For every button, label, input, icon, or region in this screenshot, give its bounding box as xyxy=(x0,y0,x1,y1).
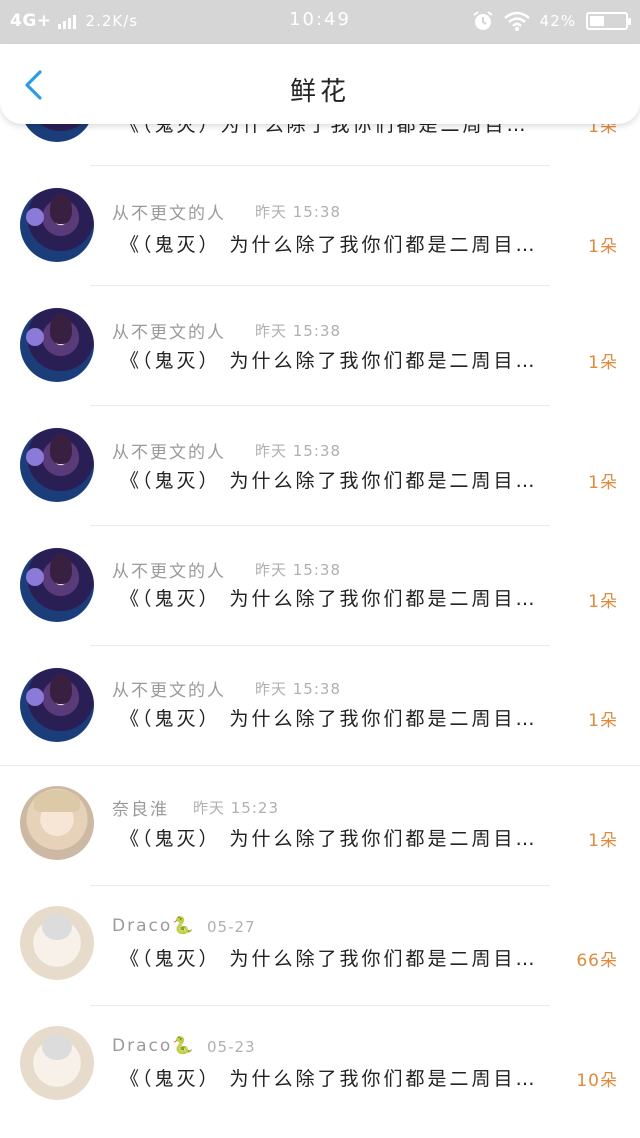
flower-count: 1朵 xyxy=(588,592,618,612)
header: 鲜花 xyxy=(0,44,640,124)
message-text: 《（鬼灭） 为什么除了我你们都是二周目… xyxy=(120,948,538,970)
avatar xyxy=(20,1026,94,1100)
message-text: 《（鬼灭） 为什么除了我你们都是二周目… xyxy=(120,234,538,256)
flower-count: 66朵 xyxy=(576,951,618,971)
battery-percent: 42% xyxy=(539,12,576,30)
message-text: 《（鬼灭） 为什么除了我你们都是二周目… xyxy=(120,588,538,610)
avatar xyxy=(20,786,94,860)
list-item[interactable]: 从不更文的人 昨天 15:38 《（鬼灭） 为什么除了我你们都是二周目… 1朵 xyxy=(0,646,640,766)
message-text: 《（鬼灭） 为什么除了我你们都是二周目… xyxy=(120,470,538,492)
flower-count: 1朵 xyxy=(588,237,618,257)
avatar xyxy=(20,906,94,980)
snake-emoji-icon: 🐍 xyxy=(172,1036,196,1056)
message-text: 《（鬼灭） 为什么除了我你们都是二周目… xyxy=(120,828,538,850)
avatar xyxy=(20,428,94,502)
list-item[interactable]: 从不更文的人 昨天 15:38 《（鬼灭） 为什么除了我你们都是二周目… 1朵 xyxy=(0,286,640,406)
alarm-icon xyxy=(473,11,493,30)
list-item[interactable]: 从不更文的人 昨天 15:38 《（鬼灭） 为什么除了我你们都是二周目… 1朵 xyxy=(0,166,640,286)
user-name: 从不更文的人 xyxy=(112,562,226,582)
flower-count: 10朵 xyxy=(576,1071,618,1091)
battery-fill xyxy=(590,16,604,26)
timestamp: 05-23 xyxy=(207,1038,256,1056)
timestamp: 05-27 xyxy=(207,918,256,936)
status-right: 42% xyxy=(472,10,631,32)
user-name: 从不更文的人 xyxy=(112,681,226,701)
user-name: 奈良淮 xyxy=(112,800,169,820)
user-name-text: Draco xyxy=(112,1036,173,1056)
wifi-icon xyxy=(503,11,530,31)
flower-count: 1朵 xyxy=(588,831,618,851)
timestamp: 昨天 15:38 xyxy=(255,442,341,460)
flower-count: 1朵 xyxy=(588,473,618,493)
flower-count: 1朵 xyxy=(588,711,618,731)
list-item[interactable]: Draco🐍 05-23 《（鬼灭） 为什么除了我你们都是二周目… 10朵 xyxy=(0,1006,640,1126)
list-item[interactable]: 从不更文的人 昨天 15:38 《（鬼灭） 为什么除了我你们都是二周目… 1朵 xyxy=(0,526,640,646)
user-name: 从不更文的人 xyxy=(112,323,226,343)
timestamp: 昨天 15:38 xyxy=(255,322,341,340)
snake-emoji-icon: 🐍 xyxy=(172,916,196,936)
timestamp: 昨天 15:38 xyxy=(255,561,341,579)
list-item[interactable]: Draco🐍 05-27 《（鬼灭） 为什么除了我你们都是二周目… 66朵 xyxy=(0,886,640,1006)
timestamp: 昨天 15:38 xyxy=(255,680,341,698)
avatar xyxy=(20,308,94,382)
message-text: 《（鬼灭） 为什么除了我你们都是二周目… xyxy=(120,350,538,372)
avatar xyxy=(20,548,94,622)
timestamp: 昨天 15:23 xyxy=(193,799,279,817)
list-item[interactable]: 奈良淮 昨天 15:23 《（鬼灭） 为什么除了我你们都是二周目… 1朵 xyxy=(0,766,640,886)
user-name: Draco🐍 xyxy=(112,916,195,936)
user-name-text: Draco xyxy=(112,916,173,936)
battery-icon xyxy=(586,12,631,30)
user-name: Draco🐍 xyxy=(112,1036,195,1056)
list-item[interactable]: 从不更文的人 昨天 15:38 《（鬼灭） 为什么除了我你们都是二周目… 1朵 xyxy=(0,406,640,526)
message-text: 《（鬼灭） 为什么除了我你们都是二周目… xyxy=(120,708,538,730)
status-bar: 4G+ 2.2K/s 10:49 42% xyxy=(0,0,640,44)
timestamp: 昨天 15:38 xyxy=(255,203,341,221)
avatar xyxy=(20,188,94,262)
avatar xyxy=(20,668,94,742)
user-name: 从不更文的人 xyxy=(112,204,226,224)
user-name: 从不更文的人 xyxy=(112,443,226,463)
page-title: 鲜花 xyxy=(289,77,350,107)
message-text: 《（鬼灭） 为什么除了我你们都是二周目… xyxy=(120,1068,538,1090)
flower-count: 1朵 xyxy=(588,353,618,373)
flower-list[interactable]: 《（鬼灭）为什么除了我你们都是二周目… 1朵 从不更文的人 昨天 15:38 《… xyxy=(0,0,640,1138)
